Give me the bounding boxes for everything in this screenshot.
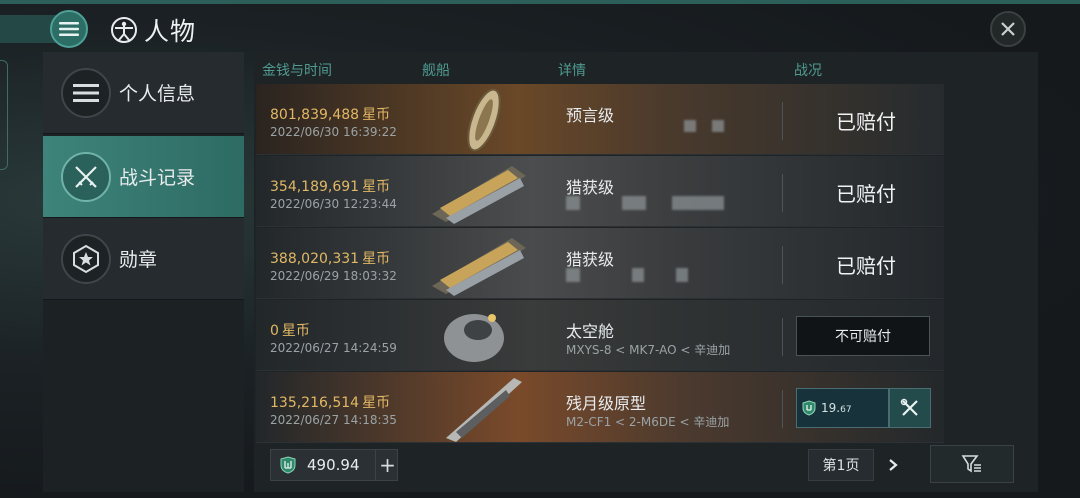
star-badge-icon — [61, 233, 111, 284]
chevron-right-icon — [889, 459, 898, 471]
sidebar-item-combat-log[interactable]: 战斗记录 — [43, 136, 244, 218]
repair-button[interactable] — [889, 388, 931, 428]
add-currency-button[interactable]: + — [375, 450, 399, 480]
vitruvian-icon — [111, 17, 137, 43]
ship-name: 猎获级 — [566, 250, 615, 269]
ship-name: 猎获级 — [566, 178, 615, 197]
column-divider — [782, 174, 783, 212]
close-button[interactable] — [990, 11, 1026, 47]
redacted-text — [632, 268, 644, 282]
filter-button[interactable] — [930, 445, 1014, 483]
column-divider — [782, 246, 783, 284]
next-page-button[interactable] — [880, 449, 906, 481]
status-label: 已赔付 — [836, 182, 896, 206]
isk-value: 354,189,691 星币 — [270, 179, 391, 195]
sidebar-item-label: 个人信息 — [119, 83, 196, 105]
status-label: 已赔付 — [836, 110, 896, 134]
currency-icon — [280, 456, 296, 474]
column-divider — [782, 318, 783, 356]
isk-value: 0 星币 — [270, 323, 310, 339]
sidebar: 个人信息 战斗记录 勋章 — [43, 52, 244, 492]
ship-image — [444, 314, 504, 362]
column-divider — [782, 390, 783, 428]
ship-image — [432, 238, 526, 296]
page-header: 人物 — [110, 12, 196, 48]
insurance-value-box[interactable]: 19.67 — [796, 388, 889, 428]
ship-image — [467, 88, 501, 152]
timestamp: 2022/06/27 14:24:59 — [270, 341, 397, 355]
redacted-text — [566, 268, 580, 282]
isk-value: 388,020,331 星币 — [270, 251, 391, 267]
redacted-text — [566, 196, 580, 210]
table-row[interactable]: 135,216,514 星币 2022/06/27 14:18:35 残月级原型 … — [256, 372, 944, 443]
redacted-text — [622, 196, 646, 210]
location: M2-CF1 < 2-M6DE < 辛迪加 — [566, 415, 730, 429]
filter-icon — [961, 455, 981, 473]
isk-value: 135,216,514 星币 — [270, 395, 391, 411]
left-edge-tab[interactable] — [0, 60, 8, 170]
timestamp: 2022/06/30 16:39:22 — [270, 125, 397, 139]
status-label: 已赔付 — [836, 254, 896, 278]
table-row[interactable]: 0 星币 2022/06/27 14:24:59 太空舱 MXYS-8 < MK7… — [256, 300, 944, 371]
table-row[interactable]: 354,189,691 星币 2022/06/30 12:23:44 猎获级 已赔… — [256, 156, 944, 227]
column-header-status: 战况 — [794, 63, 822, 79]
ship-image — [432, 166, 526, 224]
sidebar-item-profile[interactable]: 个人信息 — [43, 52, 244, 134]
sidebar-item-label: 勋章 — [119, 249, 158, 271]
top-accent-line — [0, 0, 1080, 4]
ship-image — [446, 378, 522, 442]
table-row[interactable]: 801,839,488 星币 2022/06/30 16:39:22 预言级 已赔… — [256, 84, 944, 155]
redacted-text — [676, 268, 688, 282]
wallet-value: 490.94 — [307, 456, 360, 474]
redacted-text — [712, 120, 724, 132]
menu-icon — [59, 22, 79, 36]
sidebar-item-label: 战斗记录 — [119, 167, 196, 189]
column-header-details: 详情 — [558, 63, 586, 79]
insurance-value: 19.67 — [821, 401, 852, 415]
crossed-swords-icon — [61, 151, 111, 202]
no-payout-button[interactable]: 不可赔付 — [796, 316, 930, 356]
redacted-text — [684, 120, 696, 132]
column-divider — [782, 102, 783, 140]
isk-value: 801,839,488 星币 — [270, 107, 391, 123]
location: MXYS-8 < MK7-AO < 辛迪加 — [566, 343, 731, 357]
redacted-text — [672, 196, 724, 210]
menu-button[interactable] — [50, 10, 88, 48]
shield-icon — [802, 400, 816, 416]
column-header-ship: 舰船 — [422, 63, 450, 79]
ship-name: 太空舱 — [566, 322, 615, 341]
wallet-balance: 490.94 + — [270, 449, 398, 481]
list-icon — [61, 67, 111, 118]
ship-name: 预言级 — [566, 106, 615, 125]
column-header-money-time: 金钱与时间 — [262, 63, 332, 79]
close-icon — [1001, 22, 1015, 36]
timestamp: 2022/06/29 18:03:32 — [270, 269, 397, 283]
wrench-icon — [900, 398, 918, 416]
timestamp: 2022/06/30 12:23:44 — [270, 197, 397, 211]
combat-log-panel: 金钱与时间 舰船 详情 战况 801,839,488 星币 2022/06/30 … — [254, 52, 1038, 492]
page-indicator[interactable]: 第1页 — [808, 449, 874, 481]
page-title: 人物 — [144, 17, 197, 46]
table-row[interactable]: 388,020,331 星币 2022/06/29 18:03:32 猎获级 已赔… — [256, 228, 944, 299]
ship-name: 残月级原型 — [566, 394, 647, 413]
timestamp: 2022/06/27 14:18:35 — [270, 413, 397, 427]
sidebar-item-medals[interactable]: 勋章 — [43, 218, 244, 300]
